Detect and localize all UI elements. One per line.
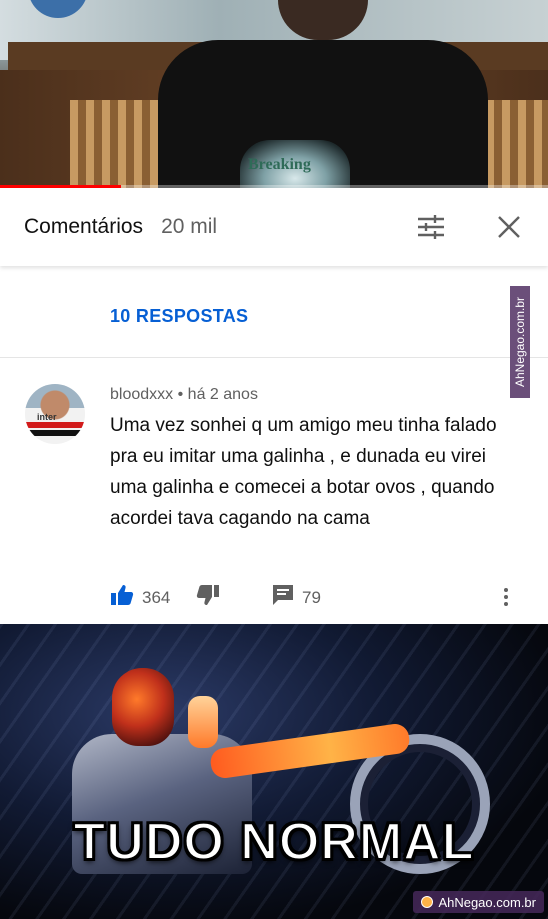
bottom-watermark: AhNegao.com.br bbox=[413, 891, 544, 913]
meme-image: TUDO NORMAL AhNegao.com.br bbox=[0, 624, 548, 919]
sort-icon[interactable] bbox=[416, 212, 446, 242]
thumbs-up-icon bbox=[110, 584, 134, 611]
comments-count: 20 mil bbox=[161, 215, 218, 238]
video-player[interactable]: Breaking bbox=[0, 0, 548, 188]
avatar[interactable]: inter bbox=[25, 384, 85, 444]
like-count: 364 bbox=[142, 587, 171, 607]
driver-hand-sign bbox=[188, 696, 218, 748]
meme-caption: TUDO NORMAL bbox=[73, 812, 475, 872]
thumbs-down-icon bbox=[196, 584, 220, 611]
more-vert-icon[interactable] bbox=[494, 584, 518, 610]
reply-button[interactable]: 79 bbox=[272, 584, 321, 611]
bottom-watermark-text: AhNegao.com.br bbox=[438, 894, 536, 910]
header-icons bbox=[416, 212, 524, 242]
watermark-logo-icon bbox=[421, 896, 434, 908]
close-icon[interactable] bbox=[494, 212, 524, 242]
comments-header: Comentários 20 mil bbox=[0, 188, 548, 266]
reply-count: 79 bbox=[302, 587, 321, 607]
avatar-jersey-text: inter bbox=[37, 412, 57, 422]
comment-time: há 2 anos bbox=[187, 386, 258, 403]
comment-icon bbox=[272, 584, 294, 611]
comments-title: Comentários bbox=[24, 215, 144, 238]
comment-text: Uma vez sonhei q um amigo meu tinha fala… bbox=[110, 415, 497, 529]
comment-actions: 364 79 bbox=[110, 584, 530, 610]
shirt-print-text: Breaking bbox=[248, 156, 311, 173]
meta-separator: • bbox=[177, 386, 184, 403]
dislike-button[interactable] bbox=[196, 584, 220, 611]
comment-item: inter bloodxxx • há 2 anos Uma vez sonhe… bbox=[0, 358, 548, 626]
comment-author[interactable]: bloodxxx bbox=[110, 386, 173, 403]
like-button[interactable]: 364 bbox=[110, 584, 170, 611]
view-replies-link[interactable]: 10 RESPOSTAS bbox=[110, 306, 248, 327]
driver-head bbox=[112, 668, 174, 746]
avatar-jersey-stripe-dark bbox=[25, 430, 85, 436]
comment-meta: bloodxxx • há 2 anos bbox=[110, 386, 258, 404]
replies-row: 10 RESPOSTAS bbox=[0, 266, 548, 358]
avatar-jersey-stripe bbox=[25, 422, 85, 428]
